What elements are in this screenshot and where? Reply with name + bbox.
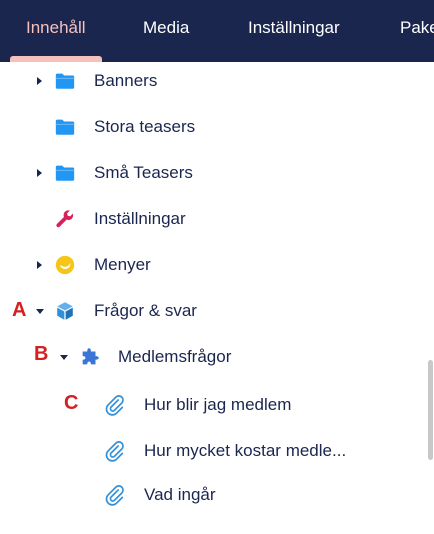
tree-item-label: Inställningar [94, 209, 186, 228]
tree-item-menyer[interactable]: Menyer [0, 242, 420, 288]
tree-item-label: Frågor & svar [94, 301, 197, 320]
puzzle-icon [82, 348, 99, 365]
annotation-c: C [64, 392, 79, 414]
menu-circle-icon [55, 255, 75, 275]
tree-item-medlemsfragor[interactable]: Medlemsfrågor [0, 334, 420, 380]
tree-item-label: Menyer [94, 255, 151, 274]
folder-icon [55, 165, 75, 181]
tree-item-installningar[interactable]: Inställningar [0, 196, 420, 242]
tab-media[interactable]: Media [143, 0, 189, 62]
expand-caret[interactable] [34, 257, 44, 273]
expand-caret[interactable] [34, 165, 44, 181]
tree-item-vad-ingar[interactable]: Vad ingår [0, 472, 420, 518]
annotation-a: A [12, 299, 27, 321]
annotation-b: B [34, 343, 49, 365]
tree-item-stora-teasers[interactable]: Stora teasers [0, 104, 420, 150]
tree-item-label: Stora teasers [94, 117, 196, 136]
folder-icon [55, 119, 75, 135]
tab-installningar[interactable]: Inställningar [248, 0, 340, 62]
tree-item-label: Hur blir jag medlem [144, 395, 292, 414]
tab-innehall[interactable]: Innehåll [26, 0, 86, 62]
tree-item-label: Vad ingår [144, 485, 216, 504]
wrench-icon [56, 210, 74, 228]
tree-item-label: Banners [94, 71, 158, 90]
scrollbar-thumb[interactable] [428, 360, 433, 460]
folder-icon [55, 73, 75, 89]
tree-item-label: Medlemsfrågor [118, 347, 232, 366]
cube-icon [57, 302, 73, 320]
tree-item-label: Små Teasers [94, 163, 193, 182]
expand-caret[interactable] [34, 73, 44, 89]
tree-item-hur-mycket-kostar[interactable]: Hur mycket kostar medle... [0, 428, 420, 474]
collapse-caret[interactable] [35, 303, 45, 319]
collapse-caret[interactable] [59, 349, 69, 365]
paperclip-icon [105, 395, 124, 416]
tree-item-label: Hur mycket kostar medle... [144, 441, 347, 460]
paperclip-icon [105, 441, 124, 462]
paperclip-icon [105, 485, 124, 506]
tab-paket[interactable]: Paket [400, 0, 434, 62]
tree-item-sma-teasers[interactable]: Små Teasers [0, 150, 420, 196]
tree-item-fragor-svar[interactable]: Frågor & svar [0, 288, 420, 334]
content-tree: Banners Stora teasers Små Teasers Instäl… [0, 62, 434, 534]
tree-item-banners[interactable]: Banners [0, 58, 420, 104]
tree-item-hur-blir-jag-medlem[interactable]: Hur blir jag medlem [0, 382, 420, 428]
top-navigation: Innehåll Media Inställningar Paket [0, 0, 434, 62]
